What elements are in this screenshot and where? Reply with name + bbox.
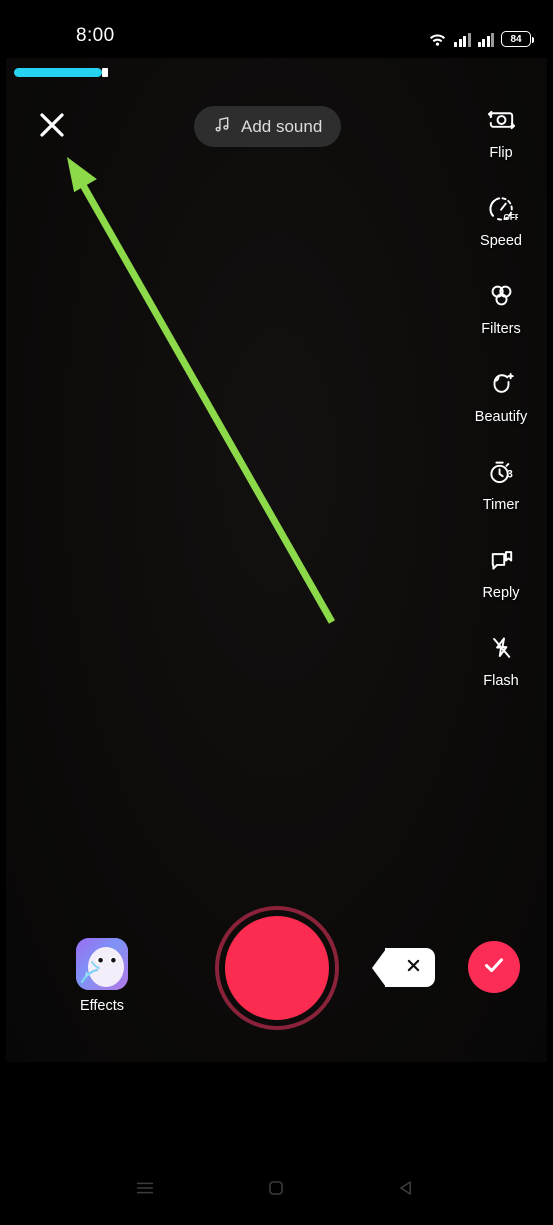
beautify-face-icon bbox=[485, 364, 518, 404]
close-button[interactable] bbox=[30, 105, 74, 149]
effects-thumbnail bbox=[76, 938, 128, 990]
tool-speed[interactable]: OFF Speed bbox=[455, 188, 547, 276]
add-sound-button[interactable]: Add sound bbox=[194, 106, 342, 147]
tool-reply[interactable]: Reply bbox=[455, 540, 547, 628]
recording-progress-head bbox=[102, 68, 108, 77]
confirm-button[interactable] bbox=[468, 941, 520, 993]
status-time: 8:00 bbox=[76, 25, 115, 46]
tool-label: Beautify bbox=[474, 409, 528, 425]
tool-label: Reply bbox=[482, 585, 520, 601]
record-button-inner bbox=[225, 916, 329, 1020]
recents-button[interactable] bbox=[118, 1163, 172, 1217]
filters-circles-icon bbox=[485, 276, 518, 316]
recording-progress-fill bbox=[14, 68, 102, 77]
music-note-icon bbox=[213, 115, 232, 139]
camera-flip-icon bbox=[485, 100, 518, 140]
battery-icon: 84 bbox=[501, 31, 534, 47]
close-icon bbox=[37, 110, 67, 145]
tool-flash[interactable]: Flash bbox=[455, 628, 547, 716]
android-nav-bar bbox=[0, 1155, 553, 1225]
tool-label: Flash bbox=[483, 673, 519, 689]
checkmark-icon bbox=[481, 952, 507, 983]
tool-flip[interactable]: Flip bbox=[455, 100, 547, 188]
tool-label: Filters bbox=[481, 321, 521, 337]
phone-screen: 8:00 84 Add sound Flip OF Speed Filters … bbox=[0, 0, 553, 1225]
recording-progress-bar bbox=[14, 68, 274, 77]
square-home-icon bbox=[264, 1176, 288, 1205]
tool-rail: Flip OFF Speed Filters bbox=[455, 100, 547, 716]
signal-sim1-icon bbox=[454, 32, 471, 47]
tool-timer[interactable]: 3 Timer bbox=[455, 452, 547, 540]
effects-button[interactable]: Effects bbox=[74, 938, 130, 1014]
speedometer-icon: OFF bbox=[485, 188, 518, 228]
timer-icon: 3 bbox=[485, 452, 518, 492]
home-button[interactable] bbox=[249, 1163, 303, 1217]
wifi-icon bbox=[428, 31, 447, 47]
backspace-delete-icon bbox=[405, 957, 422, 979]
status-icons: 84 bbox=[428, 28, 534, 47]
tool-beautify[interactable]: Beautify bbox=[455, 364, 547, 452]
tool-label: Timer bbox=[482, 497, 520, 513]
add-sound-label: Add sound bbox=[241, 116, 323, 136]
triangle-back-icon bbox=[395, 1176, 419, 1205]
hamburger-recents-icon bbox=[133, 1176, 157, 1205]
back-button[interactable] bbox=[380, 1163, 434, 1217]
tool-label: Flip bbox=[489, 145, 513, 161]
record-button[interactable] bbox=[215, 906, 339, 1030]
tool-label: Speed bbox=[480, 233, 522, 249]
flash-off-icon bbox=[485, 628, 518, 668]
status-bar: 8:00 84 bbox=[0, 0, 553, 58]
svg-text:OFF: OFF bbox=[503, 212, 518, 221]
reply-bubble-icon bbox=[485, 540, 518, 580]
delete-clip-button[interactable] bbox=[385, 948, 435, 987]
effects-label: Effects bbox=[79, 998, 125, 1014]
signal-sim2-icon bbox=[477, 32, 494, 47]
tool-filters[interactable]: Filters bbox=[455, 276, 547, 364]
battery-level-text: 84 bbox=[510, 33, 522, 45]
svg-text:3: 3 bbox=[506, 468, 512, 480]
